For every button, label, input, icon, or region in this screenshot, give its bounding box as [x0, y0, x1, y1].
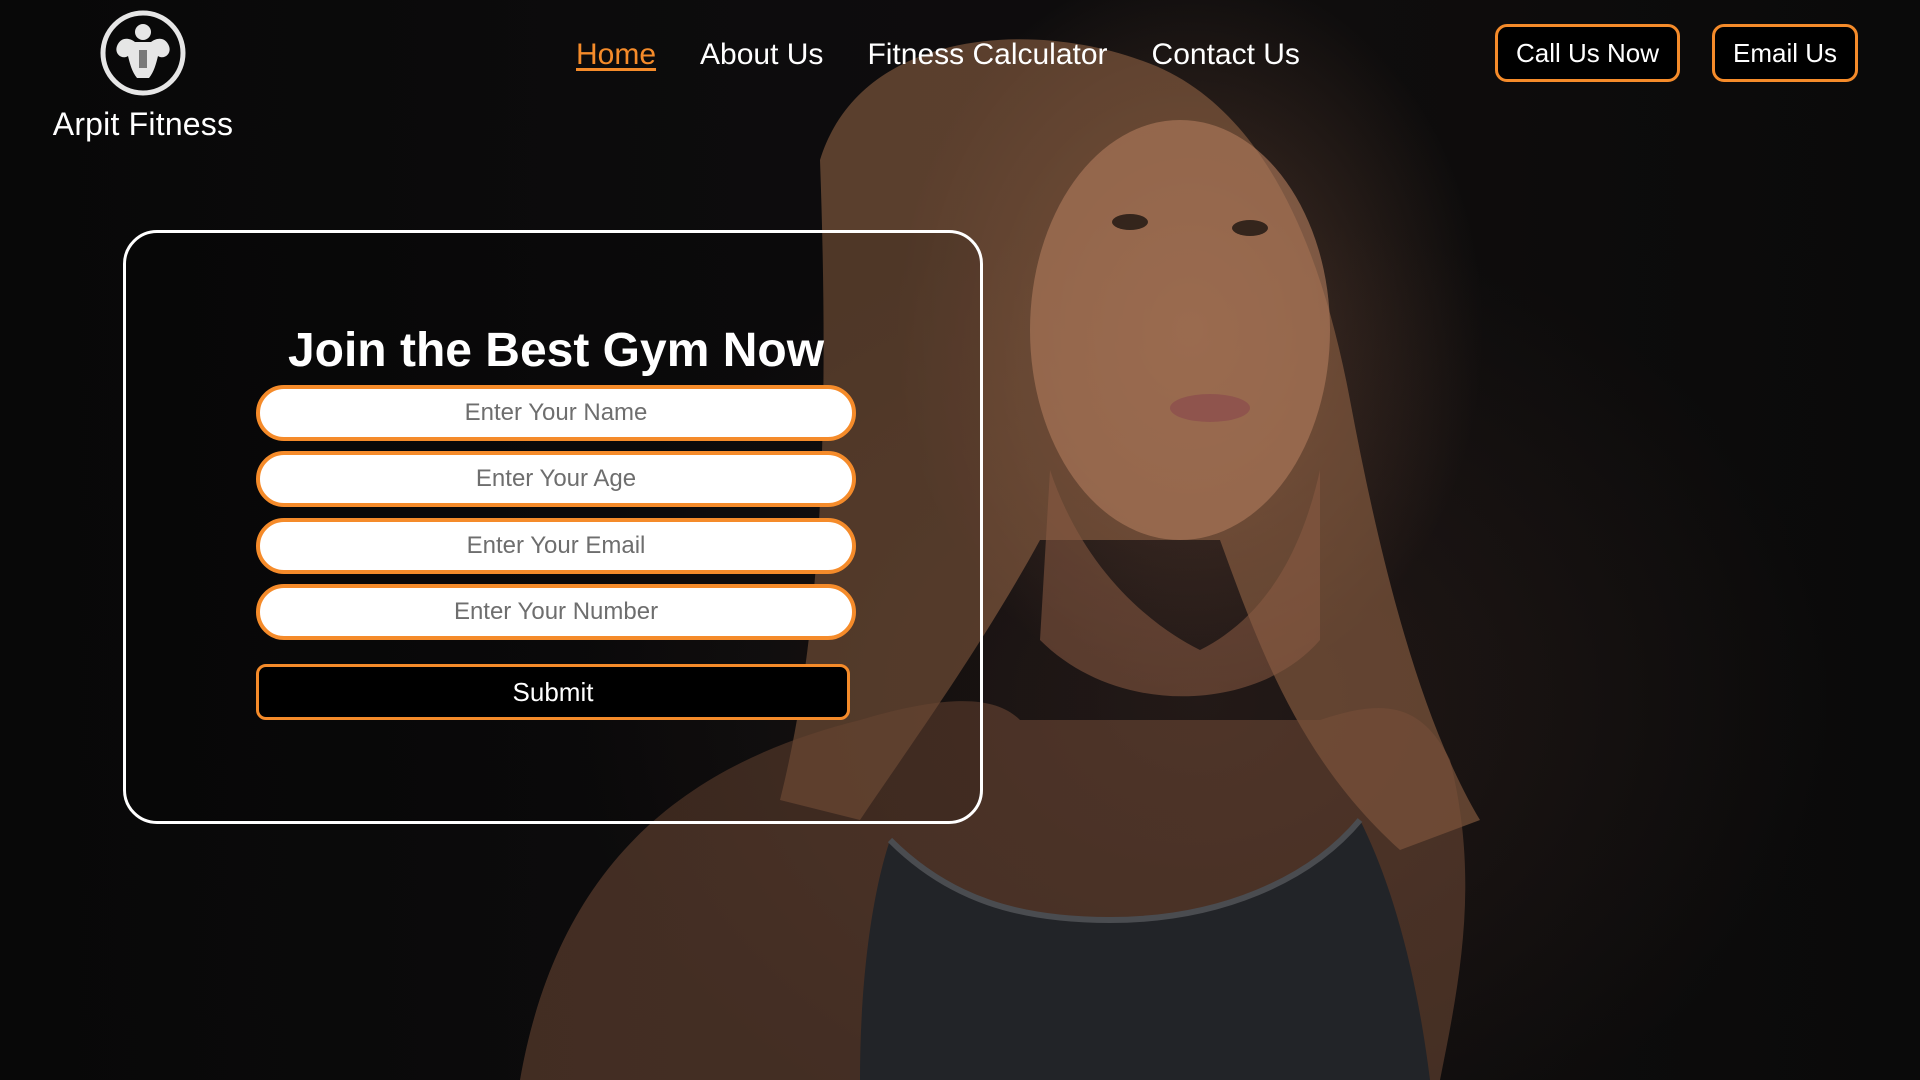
email-input[interactable]: Enter Your Email — [256, 518, 856, 574]
signup-form-card: Join the Best Gym Now Enter Your Name En… — [123, 230, 983, 824]
nav-about-us[interactable]: About Us — [700, 38, 823, 72]
age-input[interactable]: Enter Your Age — [256, 451, 856, 507]
nav-contact-us[interactable]: Contact Us — [1152, 38, 1300, 72]
name-input[interactable]: Enter Your Name — [256, 385, 856, 441]
brand-name: Arpit Fitness — [52, 106, 234, 142]
nav-home[interactable]: Home — [576, 38, 656, 72]
email-us-button[interactable]: Email Us — [1711, 24, 1858, 82]
form-title: Join the Best Gym Now — [287, 324, 825, 377]
number-input[interactable]: Enter Your Number — [256, 584, 856, 640]
submit-button[interactable]: Submit — [256, 664, 850, 720]
nav-fitness-calculator[interactable]: Fitness Calculator — [867, 38, 1107, 72]
main-nav: Home About Us Fitness Calculator Contact… — [576, 38, 1300, 72]
brand[interactable]: Arpit Fitness — [48, 10, 238, 143]
header-cta-group: Call Us Now Email Us — [1494, 24, 1858, 82]
muscle-man-icon — [100, 10, 186, 96]
call-us-button[interactable]: Call Us Now — [1494, 24, 1680, 82]
